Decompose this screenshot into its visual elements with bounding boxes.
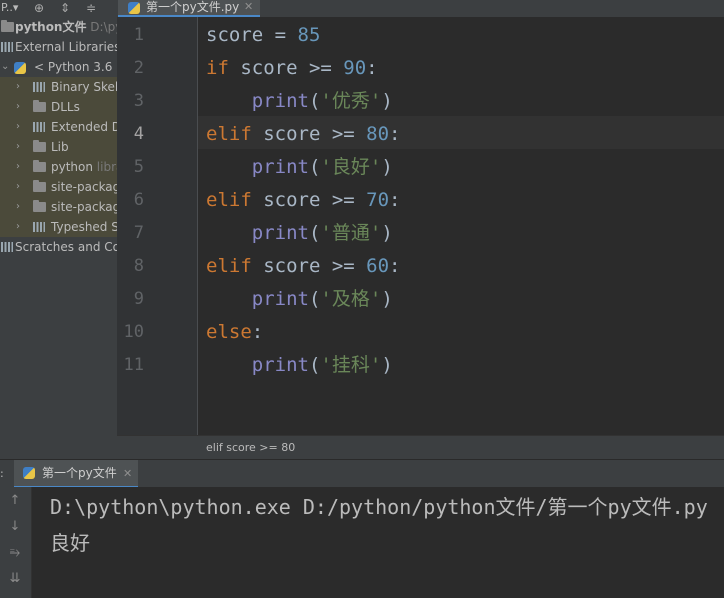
tree-item-label: < Python 3.6 > <box>34 60 118 74</box>
tree-item-label: DLLs <box>51 100 80 114</box>
tree-item-extra: library root <box>96 160 117 174</box>
project-view-dropdown[interactable]: P..▾ <box>0 0 18 17</box>
run-tab[interactable]: 第一个py文件 ✕ <box>14 460 138 488</box>
code-line-7[interactable]: print('普通') <box>206 217 393 250</box>
chevron-right-icon[interactable]: › <box>16 197 20 217</box>
code-breadcrumb[interactable]: elif score >= 80 <box>117 435 724 460</box>
python-file-icon <box>128 2 140 14</box>
tree-item[interactable]: External Libraries <box>0 37 117 57</box>
folder-icon <box>33 160 46 172</box>
code-line-2[interactable]: if score >= 90: <box>206 52 378 85</box>
tree-item[interactable]: › DLLs <box>0 97 117 117</box>
code-line-4[interactable]: elif score >= 80: <box>206 118 401 151</box>
code-line-10[interactable]: else: <box>206 316 263 349</box>
line-number: 3 <box>133 91 144 111</box>
folder-icon <box>33 100 46 112</box>
code-line-9[interactable]: print('及格') <box>206 283 393 316</box>
tree-item[interactable]: Scratches and Consoles <box>0 237 117 257</box>
code-line-8[interactable]: elif score >= 60: <box>206 250 401 283</box>
tree-item[interactable]: › Typeshed Stubs <box>0 217 117 237</box>
editor-tab-label: 第一个py文件.py <box>146 0 240 14</box>
chevron-down-icon[interactable]: ⌄ <box>1 57 9 77</box>
chevron-right-icon[interactable]: › <box>16 77 20 97</box>
python-run-icon <box>23 467 35 479</box>
line-number-gutter: 1 2 3 4 5 6 7 8 9 10 11 <box>117 17 197 435</box>
line-number: 6 <box>133 190 144 210</box>
chevron-right-icon[interactable]: › <box>16 217 20 237</box>
rerun-up-icon[interactable]: ↑ <box>5 491 25 511</box>
expand-icon[interactable]: ≑ <box>84 0 98 17</box>
tree-item-label: site-packages <box>51 200 117 214</box>
libraries-icon <box>33 122 45 132</box>
line-number: 9 <box>133 289 144 309</box>
line-number: 4 <box>133 124 144 144</box>
libraries-icon <box>33 82 45 92</box>
line-number: 8 <box>133 256 144 276</box>
folder-icon <box>1 20 14 32</box>
line-number: 10 <box>123 322 144 342</box>
tree-item[interactable]: ⌄ < Python 3.6 > <box>0 57 117 77</box>
folder-icon <box>33 200 46 212</box>
close-run-tab-icon[interactable]: ✕ <box>123 460 132 487</box>
project-tree: python文件 D:\py External Libraries ⌄ < Pytho… <box>0 17 118 459</box>
tree-item[interactable]: › Lib <box>0 137 117 157</box>
run-toolbar: ↑ ↓ ⥱ ⇊ <box>0 487 32 598</box>
wrap-icon[interactable]: ⥱ <box>5 543 25 563</box>
python-icon <box>14 62 26 74</box>
run-tab-label: 第一个py文件 <box>42 466 117 480</box>
scratches-icon <box>1 242 13 252</box>
scroll-end-icon[interactable]: ⇊ <box>5 569 25 589</box>
tree-item[interactable]: › site-packages <box>0 177 117 197</box>
code-line-1[interactable]: score = 85 <box>206 19 320 52</box>
chevron-right-icon[interactable]: › <box>16 157 20 177</box>
line-number: 11 <box>123 355 144 375</box>
top-toolbar: P..▾ ⊕ ⇕ ≑ 第一个py文件.py ✕ <box>0 0 724 18</box>
rerun-down-icon[interactable]: ↓ <box>5 517 25 537</box>
tree-item[interactable]: › python library root <box>0 157 117 177</box>
chevron-right-icon[interactable]: › <box>16 177 20 197</box>
tree-item-label: Binary Skeletons <box>51 80 118 94</box>
console-output-line: 良好 <box>50 531 90 555</box>
tree-item[interactable]: › Extended Definitions <box>0 117 117 137</box>
collapse-all-icon[interactable]: ⇕ <box>58 0 72 17</box>
editor-tab-first-py[interactable]: 第一个py文件.py ✕ <box>118 0 260 17</box>
code-line-5[interactable]: print('良好') <box>206 151 393 184</box>
folder-icon <box>33 140 46 152</box>
run-console[interactable]: D:\python\python.exe D:/python/python文件/… <box>32 487 724 598</box>
libraries-icon <box>1 42 13 52</box>
code-editor[interactable]: score = 85 if score >= 90: print('优秀') e… <box>198 17 724 435</box>
tree-item-label: Scratches and Consoles <box>15 240 117 254</box>
run-panel-prefix: : <box>0 467 4 480</box>
code-line-3[interactable]: print('优秀') <box>206 85 393 118</box>
line-number: 7 <box>133 223 144 243</box>
tree-item[interactable]: › site-packages <box>0 197 117 217</box>
tree-item-label: External Libraries <box>15 40 118 54</box>
line-number: 5 <box>133 157 144 177</box>
target-icon[interactable]: ⊕ <box>32 0 46 17</box>
tree-item-label: Extended Definitions <box>51 120 117 134</box>
console-command-line: D:\python\python.exe D:/python/python文件/… <box>50 495 708 519</box>
code-line-11[interactable]: print('挂科') <box>206 349 393 382</box>
breadcrumb-item[interactable]: elif score >= 80 <box>206 436 295 460</box>
line-number: 1 <box>133 25 144 45</box>
tree-item-label: site-packages <box>51 180 117 194</box>
tree-item[interactable]: › Binary Skeletons <box>0 77 117 97</box>
chevron-right-icon[interactable]: › <box>16 97 20 117</box>
libraries-icon <box>33 222 45 232</box>
code-line-6[interactable]: elif score >= 70: <box>206 184 401 217</box>
chevron-right-icon[interactable]: › <box>16 117 20 137</box>
run-panel-header: : 第一个py文件 ✕ <box>0 459 724 488</box>
chevron-right-icon[interactable]: › <box>16 137 20 157</box>
tree-item-label: python文件 D:\py <box>15 17 117 37</box>
tree-item-label: Lib <box>51 140 69 154</box>
line-number: 2 <box>133 58 144 78</box>
tree-item-label: Typeshed Stubs <box>51 220 117 234</box>
tree-item[interactable]: python文件 D:\py <box>0 17 117 37</box>
tree-item-label: python library root <box>51 157 117 177</box>
close-tab-icon[interactable]: ✕ <box>244 0 253 14</box>
tree-item-extra: D:\py <box>90 20 117 34</box>
folder-icon <box>33 180 46 192</box>
